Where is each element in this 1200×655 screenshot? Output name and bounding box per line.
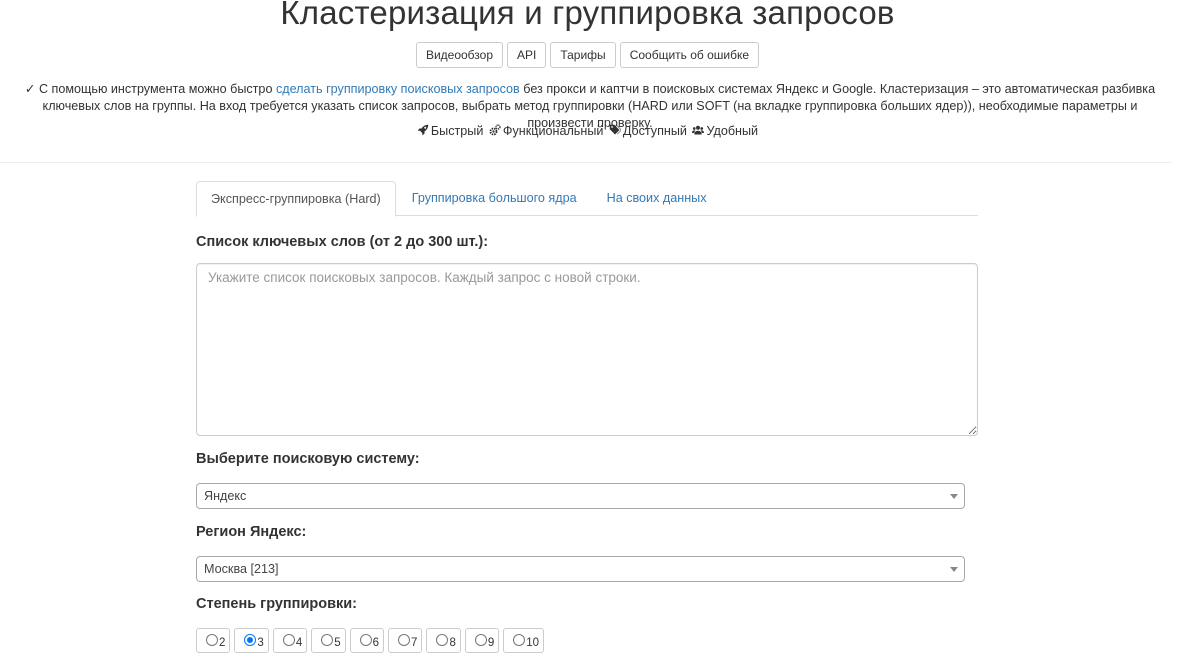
radio-button[interactable] [359, 634, 372, 646]
region-value: Москва [213] [204, 562, 279, 576]
rocket-icon [417, 124, 429, 136]
search-engine-value: Яндекс [204, 489, 247, 503]
grouping-degree-option[interactable]: 10 [503, 628, 545, 653]
tab-express-grouping[interactable]: Экспресс-группировка (Hard) [196, 181, 396, 217]
checkmark-icon: ✓ [24, 82, 36, 96]
feature-label: Доступный [622, 124, 687, 138]
tariffs-button[interactable]: Тарифы [550, 42, 616, 68]
grouping-link[interactable]: сделать группировку поисковых запросов [276, 82, 520, 96]
grouping-degree-option[interactable]: 2 [196, 628, 231, 653]
search-engine-select[interactable]: Яндекс [196, 483, 965, 509]
radio-label: 4 [295, 637, 303, 649]
feature-accessible: Доступный [609, 124, 687, 138]
region-select[interactable]: Москва [213] [196, 556, 965, 582]
radio-label: 9 [487, 637, 495, 649]
radio-button[interactable] [436, 634, 449, 646]
grouping-degree-option[interactable]: 5 [311, 628, 346, 653]
report-error-button[interactable]: Сообщить об ошибке [619, 42, 760, 68]
radio-button[interactable] [513, 634, 526, 646]
grouping-degree-option[interactable]: 4 [272, 628, 308, 653]
tab-large-core-grouping[interactable]: Группировка большого ядра [398, 181, 591, 216]
radio-label: 5 [334, 637, 341, 649]
feature-label: Удобный [706, 124, 759, 138]
tab-own-data[interactable]: На своих данных [593, 181, 721, 216]
radio-label: 3 [257, 637, 264, 649]
page-title: Кластеризация и группировка запросов [280, 0, 895, 31]
grouping-degree-option[interactable]: 8 [426, 628, 461, 653]
top-button-bar: Видеообзор API Тарифы Сообщить об ошибке [0, 42, 1175, 68]
radio-button[interactable] [474, 634, 487, 646]
grouping-degree-label: Степень группировки: [196, 596, 357, 612]
feature-label: Функциональный [502, 124, 604, 138]
feature-functional: Функциональный [489, 124, 604, 138]
radio-button[interactable] [282, 634, 295, 646]
keywords-label: Список ключевых слов (от 2 до 300 шт.): [196, 234, 489, 250]
tags-icon [609, 124, 622, 135]
grouping-degree-option[interactable]: 3 [234, 628, 269, 653]
gears-icon [489, 124, 501, 136]
feature-fast: Быстрый [417, 124, 483, 138]
radio-button[interactable] [398, 634, 411, 646]
grouping-degree-options: 2 3 4 5 6 7 8 9 10 [196, 628, 545, 653]
radio-label: 10 [526, 637, 540, 649]
feature-convenient: Удобный [692, 124, 758, 138]
video-review-button[interactable]: Видеообзор [415, 42, 503, 68]
grouping-degree-option[interactable]: 6 [349, 628, 385, 653]
radio-label: 7 [411, 637, 418, 649]
search-engine-label: Выберите поисковую систему: [196, 451, 420, 467]
users-icon [692, 125, 705, 135]
chevron-down-icon [950, 567, 958, 572]
radio-label: 2 [219, 637, 226, 649]
chevron-down-icon [950, 494, 958, 499]
grouping-degree-option[interactable]: 7 [388, 628, 423, 653]
radio-button[interactable] [244, 634, 257, 646]
tab-bar: Экспресс-группировка (Hard) Группировка … [196, 181, 978, 217]
grouping-degree-option[interactable]: 9 [464, 628, 500, 653]
keywords-textarea[interactable] [196, 263, 978, 436]
radio-button[interactable] [321, 634, 334, 646]
api-button[interactable]: API [507, 42, 547, 68]
features-row: Быстрый Функциональный Доступный Удобный [0, 124, 1175, 138]
region-label: Регион Яндекс: [196, 524, 307, 540]
feature-label: Быстрый [430, 124, 484, 138]
radio-label: 8 [449, 637, 456, 649]
divider [0, 162, 1172, 163]
radio-label: 6 [372, 637, 380, 649]
intro-text-before: С помощью инструмента можно быстро [38, 82, 276, 96]
radio-button[interactable] [206, 634, 218, 646]
